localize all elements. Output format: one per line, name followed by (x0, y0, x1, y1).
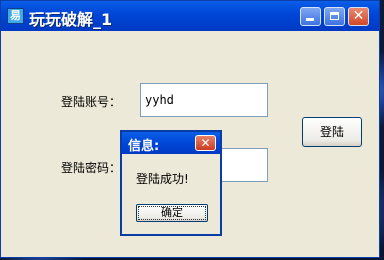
minimize-icon (306, 18, 314, 21)
maximize-button[interactable] (324, 7, 345, 26)
minimize-button[interactable] (300, 7, 321, 26)
maximize-icon (330, 12, 339, 20)
dialog-message: 登陆成功! (136, 172, 189, 186)
dialog-close-button[interactable]: ✕ (195, 135, 216, 151)
message-dialog: 信息: ✕ 登陆成功! 确定 (120, 130, 222, 236)
dialog-title: 信息: (128, 139, 160, 154)
password-input[interactable] (221, 148, 268, 182)
close-button[interactable]: ✕ (348, 7, 369, 26)
app-icon: 易 (7, 8, 24, 24)
title-bar[interactable]: 易 玩玩破解_1 ✕ (1, 1, 379, 31)
dialog-title-bar[interactable]: 信息: ✕ (122, 132, 220, 154)
ok-button[interactable]: 确定 (136, 204, 208, 222)
close-icon: ✕ (200, 136, 211, 150)
window-title: 玩玩破解_1 (29, 10, 113, 29)
login-button[interactable]: 登陆 (302, 117, 362, 147)
close-icon: ✕ (352, 8, 365, 24)
password-label: 登陆密码： (61, 161, 122, 175)
account-input[interactable]: yyhd (140, 83, 268, 117)
account-label: 登陆账号： (61, 95, 122, 109)
